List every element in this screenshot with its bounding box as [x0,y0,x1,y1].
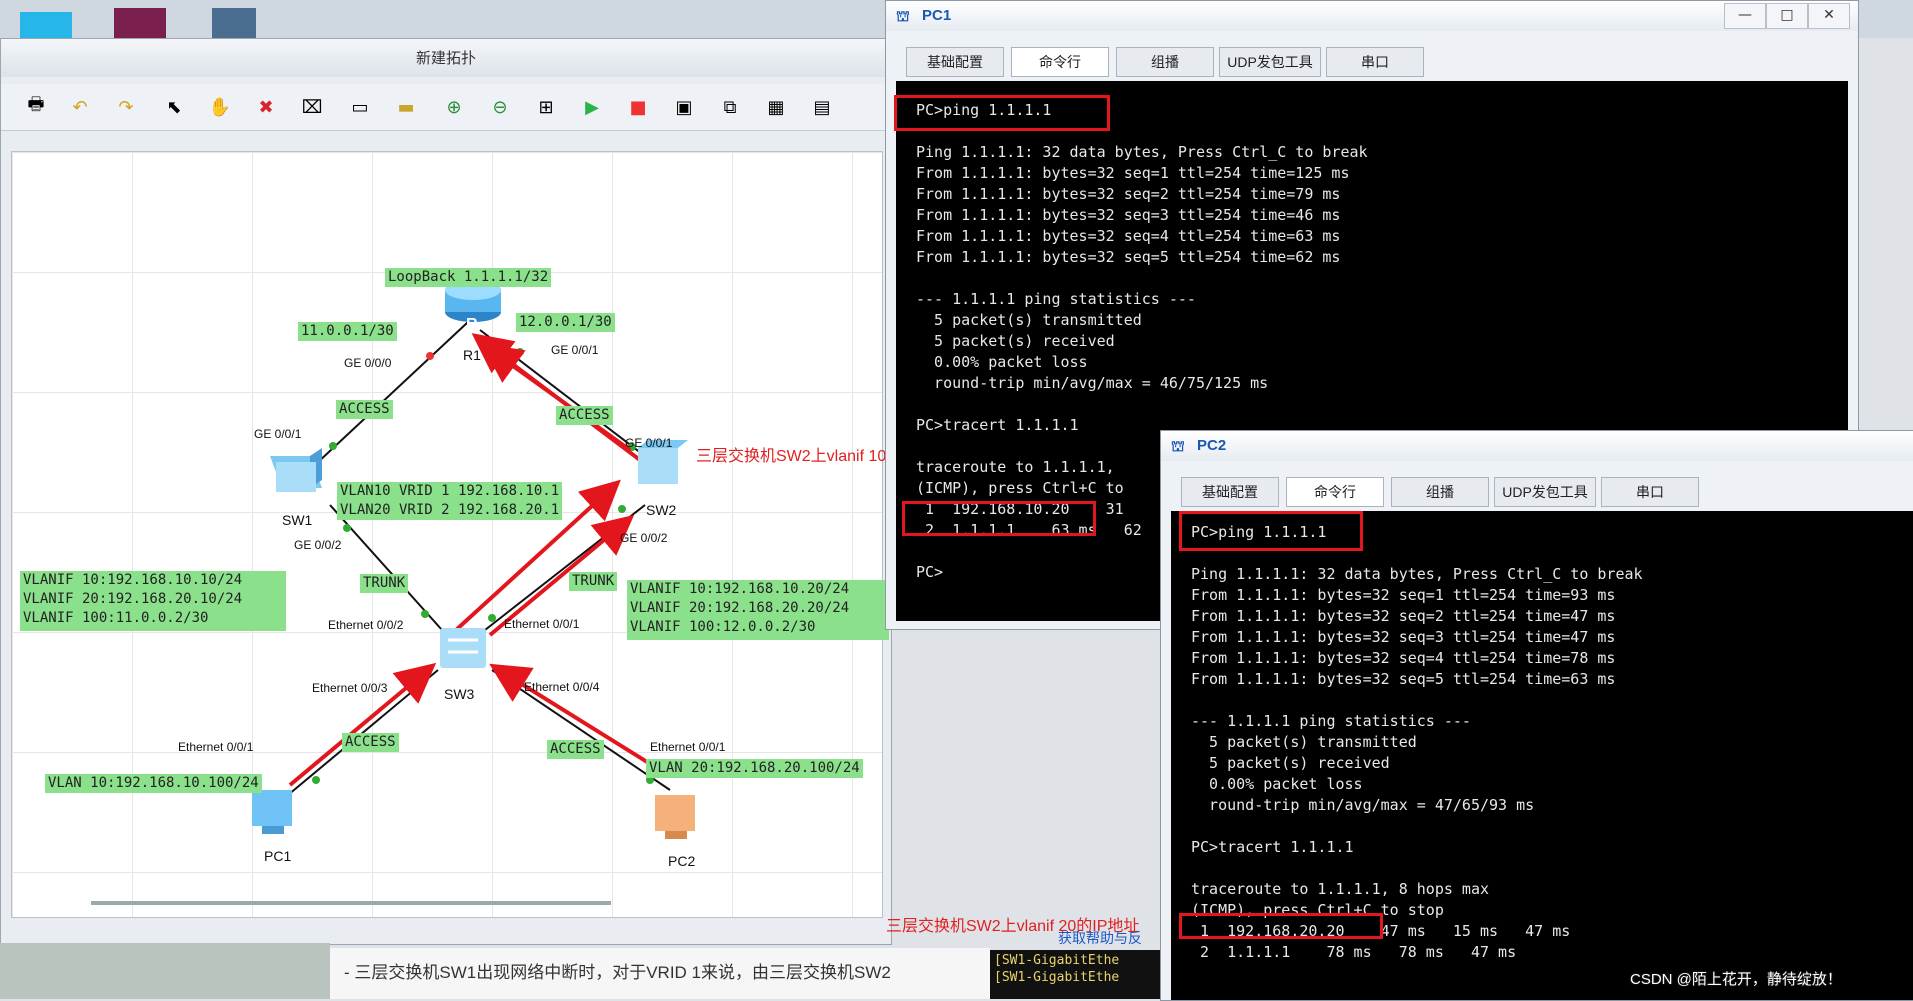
horizontal-scrollbar[interactable] [91,901,611,905]
pc2-vlan-label: VLAN 20:192.168.20.100/24 [646,759,863,778]
watermark: CSDN @陌上花开，静待绽放！ [1630,971,1842,988]
trunk-label: TRUNK [569,572,618,591]
tab-serial[interactable]: 串口 [1326,47,1424,77]
device-name: PC1 [264,848,292,864]
terminal-line: From 1.1.1.1: bytes=32 seq=5 ttl=254 tim… [1191,670,1616,688]
tab-udp-tool[interactable]: UDP发包工具 [1219,47,1321,77]
app-icon: ⛫ [896,7,910,25]
pc1-device [252,790,292,834]
desktop-background [0,943,330,999]
access-label: ACCESS [342,733,399,752]
terminal-line: --- 1.1.1.1 ping statistics --- [1191,712,1471,730]
highlight-box [902,501,1096,536]
tab-multicast[interactable]: 组播 [1391,477,1489,507]
switch-sw1 [270,448,322,492]
port-label: Ethernet 0/0/1 [504,617,580,631]
terminal-line: round-trip min/avg/max = 47/65/93 ms [1191,796,1535,814]
terminal-line: PC>tracert 1.1.1.1 [1191,838,1354,856]
terminal-line: 0.00% packet loss [1191,775,1363,793]
terminal-line: From 1.1.1.1: bytes=32 seq=1 ttl=254 tim… [1191,586,1616,604]
loopback-label: LoopBack 1.1.1.1/32 [385,268,552,287]
device-name: SW1 [282,512,313,528]
app-icon: ⛫ [1171,437,1185,455]
port-label: Ethernet 0/0/1 [650,740,726,754]
terminal-line: From 1.1.1.1: bytes=32 seq=3 ttl=254 tim… [1191,628,1616,646]
terminal-line: From 1.1.1.1: bytes=32 seq=4 ttl=254 tim… [1191,649,1616,667]
terminal-line: Ping 1.1.1.1: 32 data bytes, Press Ctrl_… [916,143,1368,161]
article-text: - 三层交换机SW1出现网络中断时，对于VRID 1来说，由三层交换机SW2 [330,948,990,999]
pc1-vlan-label: VLAN 10:192.168.10.100/24 [45,774,262,793]
highlight-box [894,95,1110,131]
tab-serial[interactable]: 串口 [1601,477,1699,507]
r1-right-net-label: 12.0.0.1/30 [516,313,615,332]
terminal-line: round-trip min/avg/max = 46/75/125 ms [916,374,1269,392]
svg-text:R: R [466,316,478,333]
terminal-line: --- 1.1.1.1 ping statistics --- [916,290,1196,308]
access-label: ACCESS [336,400,393,419]
device-name: SW2 [646,502,677,518]
access-label: ACCESS [547,740,604,759]
maximize-button[interactable]: □ [1766,3,1808,29]
terminal-line: 5 packet(s) transmitted [1191,733,1417,751]
terminal-line: Ping 1.1.1.1: 32 data bytes, Press Ctrl_… [1191,565,1643,583]
highlight-box [1179,511,1363,551]
terminal-line: From 1.1.1.1: bytes=32 seq=3 ttl=254 tim… [916,206,1341,224]
minimize-button[interactable]: — [1724,3,1766,29]
port-label: GE 0/0/0 [344,356,392,370]
terminal-line: traceroute to 1.1.1.1, 8 hops max [1191,880,1490,898]
sw1-console-snippet: [SW1-GigabitEthe [SW1-GigabitEthe [990,950,1160,999]
r1-left-net-label: 11.0.0.1/30 [298,322,397,341]
pc1-titlebar: ⛫ PC1 — □ ✕ [886,1,1858,31]
pc2-titlebar: ⛫ PC2 [1161,431,1913,461]
port-label: GE 0/0/2 [294,538,342,552]
tab-command-line[interactable]: 命令行 [1286,477,1384,507]
terminal-line: 5 packet(s) received [916,332,1115,350]
help-link[interactable]: 获取帮助与反 [1058,928,1142,948]
sw1-vlanif-label: VLANIF 10:192.168.10.10/24 VLANIF 20:192… [20,571,286,631]
terminal-line: 5 packet(s) received [1191,754,1390,772]
port-label: GE 0/0/2 [620,531,668,545]
terminal-line: From 1.1.1.1: bytes=32 seq=2 ttl=254 tim… [1191,607,1616,625]
port-label: GE 0/0/1 [551,343,599,357]
device-name: SW3 [444,686,475,702]
sw1-vrid-label: VLAN10 VRID 1 192.168.10.1 VLAN20 VRID 2… [337,482,563,520]
tab-multicast[interactable]: 组播 [1116,47,1214,77]
port-label: Ethernet 0/0/4 [524,680,600,694]
pc2-device [655,795,695,839]
port-label: Ethernet 0/0/3 [312,681,388,695]
port-label: Ethernet 0/0/2 [328,618,404,632]
trunk-label: TRUNK [360,574,409,593]
tab-udp-tool[interactable]: UDP发包工具 [1494,477,1596,507]
device-name: PC2 [668,853,696,869]
terminal-line: From 1.1.1.1: bytes=32 seq=1 ttl=254 tim… [916,164,1350,182]
highlight-box [1179,913,1383,939]
tab-basic-config[interactable]: 基础配置 [1181,477,1279,507]
window-title: PC1 [922,7,952,24]
sw2-vlanif-label: VLANIF 10:192.168.10.20/24 VLANIF 20:192… [627,580,889,640]
link-r1-sw1 [315,321,469,465]
window-title: PC2 [1197,437,1227,454]
access-label: ACCESS [556,406,613,425]
device-name: R1 [463,347,481,363]
tab-basic-config[interactable]: 基础配置 [906,47,1004,77]
terminal-line: From 1.1.1.1: bytes=32 seq=2 ttl=254 tim… [916,185,1341,203]
pc2-window: ⛫ PC2 基础配置 命令行 组播 UDP发包工具 串口 PC>ping 1.1… [1160,430,1913,1001]
terminal-line: 2 1.1.1.1 78 ms 78 ms 47 ms [1191,943,1517,961]
close-button[interactable]: ✕ [1808,3,1850,29]
port-label: Ethernet 0/0/1 [178,740,254,754]
router-r1: R [445,280,501,333]
terminal-line: From 1.1.1.1: bytes=32 seq=4 ttl=254 tim… [916,227,1341,245]
terminal-line: 0.00% packet loss [916,353,1088,371]
switch-sw3 [440,628,486,668]
tab-command-line[interactable]: 命令行 [1011,47,1109,77]
terminal-line: 5 packet(s) transmitted [916,311,1142,329]
port-label: GE 0/0/1 [625,436,673,450]
port-label: GE 0/0/1 [254,427,302,441]
terminal-line: From 1.1.1.1: bytes=32 seq=5 ttl=254 tim… [916,248,1341,266]
